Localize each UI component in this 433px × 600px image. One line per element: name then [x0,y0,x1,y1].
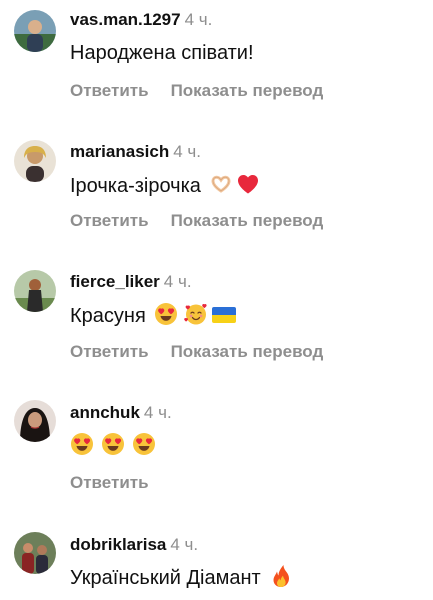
fire-icon [269,564,293,588]
comment-text: Красуня [70,302,236,329]
show-translation-button[interactable]: Показать перевод [171,81,324,100]
comment-username[interactable]: dobriklarisa [70,535,166,554]
comment-time: 4 ч. [170,535,199,554]
reply-button[interactable]: Ответить [70,342,149,361]
heart-eyes-icon [70,432,94,456]
reply-button[interactable]: Ответить [70,211,149,230]
comment-text: Український Діамант [70,564,293,591]
avatar[interactable] [14,270,56,312]
avatar[interactable] [14,400,56,442]
ukraine-flag-icon [211,307,236,323]
comment-text: Народжена співати! [70,42,254,64]
comment-time: 4 ч. [173,142,201,161]
show-translation-button[interactable]: Показать перевод [171,342,324,361]
comment-text [70,432,156,459]
comment-time: 4 ч. [163,272,192,291]
red-heart-icon [236,172,260,196]
show-translation-button[interactable]: Показать перевод [171,211,324,230]
comment-username[interactable]: fierce_liker [70,272,160,291]
reply-button[interactable]: Ответить [70,81,149,100]
reply-button[interactable]: Ответить [70,473,149,492]
comment-username[interactable]: marianasich [70,142,169,161]
comment-time: 4 ч. [184,10,213,29]
avatar[interactable] [14,10,56,52]
comment-time: 4 ч. [143,403,172,422]
heart-eyes-icon [154,302,178,326]
avatar[interactable] [14,140,56,182]
avatar[interactable] [14,532,56,574]
comment-text: Ірочка-зірочка [70,172,260,199]
smiling-face-hearts-icon [184,302,208,326]
comment-username[interactable]: vas.man.1297 [70,10,181,29]
heart-eyes-icon [132,432,156,456]
heart-hands-icon [209,172,233,196]
comment-username[interactable]: annchuk [70,403,140,422]
heart-eyes-icon [101,432,125,456]
